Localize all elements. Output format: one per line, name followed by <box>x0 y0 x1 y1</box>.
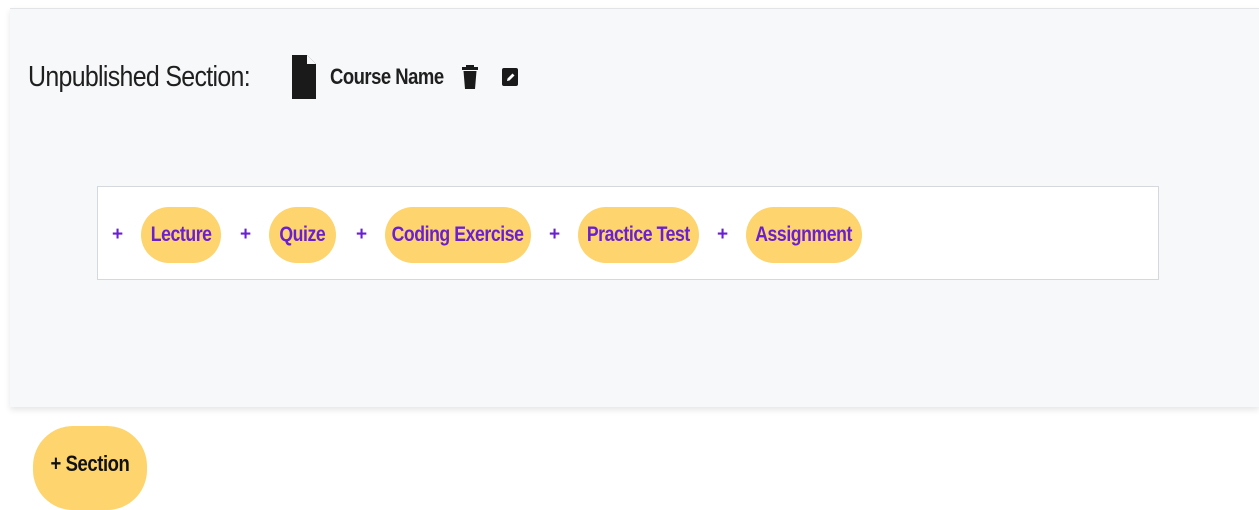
plus-icon: + <box>240 224 252 245</box>
add-practice-test-item[interactable]: + Practice Test <box>549 207 699 263</box>
add-section-button[interactable]: + Section <box>33 426 147 510</box>
add-quize-button[interactable]: Quize <box>269 207 336 263</box>
plus-icon: + <box>549 224 561 245</box>
trash-icon[interactable] <box>462 65 478 89</box>
file-icon <box>292 55 316 99</box>
add-assignment-item[interactable]: + Assignment <box>717 207 862 263</box>
add-lecture-button[interactable]: Lecture <box>141 207 221 263</box>
add-coding-exercise-label: Coding Exercise <box>392 223 524 246</box>
plus-icon: + <box>356 224 368 245</box>
add-assignment-label: Assignment <box>755 223 853 246</box>
section-content-box: + Lecture + Quize + Coding Exercise + Pr… <box>97 186 1159 280</box>
course-name: Course Name <box>330 64 444 89</box>
add-coding-exercise-item[interactable]: + Coding Exercise <box>356 207 531 263</box>
section-header: Unpublished Section: Course Name <box>28 55 518 99</box>
plus-icon: + <box>112 224 124 245</box>
add-section-label: + Section <box>50 451 130 476</box>
add-assignment-button[interactable]: Assignment <box>746 207 862 263</box>
add-lecture-item[interactable]: + Lecture <box>112 207 221 263</box>
edit-icon[interactable] <box>502 68 518 86</box>
add-practice-test-button[interactable]: Practice Test <box>578 207 699 263</box>
add-quize-label: Quize <box>279 223 326 246</box>
add-coding-exercise-button[interactable]: Coding Exercise <box>385 207 531 263</box>
add-quize-item[interactable]: + Quize <box>240 207 336 263</box>
section-title: Unpublished Section: <box>28 60 251 93</box>
add-practice-test-label: Practice Test <box>586 223 691 246</box>
plus-icon: + <box>717 224 729 245</box>
add-lecture-label: Lecture <box>150 223 212 246</box>
section-card: Unpublished Section: Course Name + Lectu… <box>10 8 1259 407</box>
